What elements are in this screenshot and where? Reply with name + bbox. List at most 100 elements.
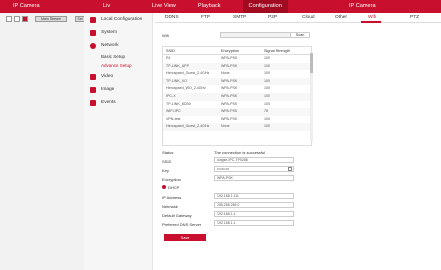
ssid-cell: Hercapaed_Guest_2.4GHz: [166, 124, 210, 129]
table-row[interactable]: TP-LINK_APP WPA-PSK 100: [163, 62, 311, 71]
menu-image[interactable]: Image: [84, 83, 152, 96]
encryption-cell: WPA-PSK: [221, 56, 238, 60]
status-label: Status: [162, 150, 174, 155]
signal-cell: 100: [264, 86, 270, 91]
signal-cell: 78: [264, 109, 268, 114]
ssid-cell: Hercapaed_WO_2.4GHz: [166, 86, 206, 91]
nav-configuration[interactable]: Configuration: [242, 0, 288, 13]
encryption-label: Encryption: [162, 177, 181, 182]
netmask-label: Netmask: [162, 204, 178, 209]
encryption-select[interactable]: WPA-PSK: [214, 175, 294, 181]
tab-ptz[interactable]: PTZ: [410, 15, 419, 20]
netmask-input[interactable]: 255.255.255.0: [214, 202, 294, 208]
tab-ddns[interactable]: DDNS: [165, 15, 179, 20]
monitor-icon: [90, 16, 96, 23]
nav-playback[interactable]: Playback: [198, 3, 221, 13]
signal-cell: 100: [264, 101, 270, 106]
menu-local-configuration[interactable]: Local Configuration: [84, 13, 152, 26]
signal-cell: 100: [264, 63, 270, 68]
encryption-cell: WPA-PSK: [221, 63, 238, 68]
scrollbar-thumb[interactable]: [310, 53, 313, 73]
dhcp-label: DHCP: [168, 185, 180, 190]
toolbar-icon-1[interactable]: [6, 16, 12, 22]
table-row[interactable]: WIFI-IPC WPA-PSK 78: [163, 108, 311, 116]
toolbar-icon-3[interactable]: [22, 16, 28, 22]
nav-live-view[interactable]: Live View: [152, 3, 176, 13]
ssid-cell: IPC-X: [166, 93, 176, 98]
ssid-cell: VPN-test: [166, 116, 181, 121]
toolbar-icon-2[interactable]: [14, 16, 20, 22]
table-row[interactable]: Hercapaed_Guest_2.4GHz None 100: [163, 123, 311, 131]
network-icon: [90, 42, 96, 49]
tab-wifi[interactable]: Wifi: [368, 15, 376, 20]
tab-cloud[interactable]: Cloud: [302, 15, 315, 20]
tab-underline: [361, 21, 381, 23]
tab-smtp[interactable]: SMTP: [233, 15, 246, 20]
left-panel: [0, 13, 97, 270]
ip-label: IP Address: [162, 195, 182, 200]
ssid-cell: TP-LINK_8CB0: [166, 101, 191, 106]
encryption-cell: WPA-PSK: [221, 116, 238, 121]
encryption-cell: WPA-PSK: [221, 86, 238, 91]
table-row[interactable]: VPN-test WPA-PSK 100: [163, 116, 311, 124]
signal-cell: 100: [264, 116, 270, 121]
table-row[interactable]: Hercapaed_WO_2.4GHz WPA-PSK 100: [163, 85, 311, 93]
ssid-cell: TP-LINK_XO: [166, 78, 187, 83]
encryption-cell: WPA-PSK: [221, 109, 238, 114]
ssid-cell: TP-LINK_APP: [166, 63, 189, 68]
table-row[interactable]: TP-LINK_XO WPA-PSK 100: [163, 77, 311, 86]
video-icon: [90, 73, 96, 80]
tab-ftp[interactable]: FTP: [201, 15, 210, 20]
status-value: The connection is successful: [214, 150, 266, 155]
encryption-cell: WPA-PSK: [221, 101, 238, 106]
app-title: IP Camera: [13, 3, 40, 9]
app-title-right: IP Camera: [349, 3, 376, 9]
config-menu: Local Configuration System Network Basic…: [84, 13, 153, 270]
encryption-cell: None: [221, 71, 230, 76]
table-row[interactable]: IPC-X WPA-PSK 100: [163, 92, 311, 101]
signal-cell: 100: [264, 56, 270, 60]
image-icon: [90, 86, 96, 93]
encryption-cell: None: [221, 124, 230, 129]
signal-cell: 100: [264, 78, 270, 83]
app-title-live: Liv: [103, 3, 111, 9]
wifi-table: SSID Encryption Signal Strength P4 WPA-PS…: [162, 46, 312, 146]
signal-cell: 100: [264, 93, 270, 98]
main-stream-button[interactable]: Main Stream: [35, 16, 67, 22]
save-button[interactable]: Save: [164, 234, 206, 241]
events-icon: [90, 99, 96, 106]
dhcp-checkbox[interactable]: [162, 185, 166, 189]
submenu-basic-setup[interactable]: Basic Setup: [84, 52, 152, 61]
ssid-label: SSID: [162, 159, 172, 164]
tab-other[interactable]: Other: [335, 15, 347, 20]
system-icon: [90, 29, 96, 36]
menu-events[interactable]: Events: [84, 96, 152, 109]
table-row[interactable]: TP-LINK_8CB0 WPA-PSK 100: [163, 101, 311, 109]
ssid-input[interactable]: longse-IPC-TP5288: [214, 157, 294, 163]
tab-p2p[interactable]: P2P: [268, 15, 277, 20]
scan-button[interactable]: Scan: [290, 32, 310, 38]
menu-system[interactable]: System: [84, 26, 152, 39]
table-row[interactable]: Hercapaed_Guest_2.4GHz None 100: [163, 70, 311, 78]
signal-cell: 100: [264, 124, 270, 129]
dns-input[interactable]: 192.168.1.1: [214, 220, 294, 226]
table-row[interactable]: P4 WPA-PSK 100: [163, 55, 311, 63]
settings-tabs: DDNS FTP SMTP P2P Cloud Other Wifi PTZ: [155, 13, 441, 23]
key-visibility-icon[interactable]: [288, 167, 292, 171]
menu-network[interactable]: Network: [84, 39, 152, 52]
table-scrollbar[interactable]: [310, 53, 313, 141]
key-label: Key: [162, 168, 169, 173]
top-nav: Live View Playback Configuration: [152, 0, 288, 13]
ssid-cell: Hercapaed_Guest_2.4GHz: [166, 71, 210, 76]
menu-video[interactable]: Video: [84, 70, 152, 83]
table-header: SSID Encryption Signal Strength: [163, 47, 311, 55]
ssid-cell: P4: [166, 56, 171, 60]
key-input[interactable]: ••••••••••: [214, 166, 294, 172]
ip-input[interactable]: 192.168.1.111: [214, 193, 294, 199]
top-bar: IP Camera Liv Live View Playback Configu…: [0, 0, 441, 13]
submenu-advance-setup[interactable]: Advance Setup: [84, 61, 152, 70]
encryption-cell: WPA-PSK: [221, 93, 238, 98]
signal-cell: 100: [264, 71, 270, 76]
gateway-input[interactable]: 192.168.1.1: [214, 211, 294, 217]
wifi-label: Wifi: [162, 33, 169, 38]
